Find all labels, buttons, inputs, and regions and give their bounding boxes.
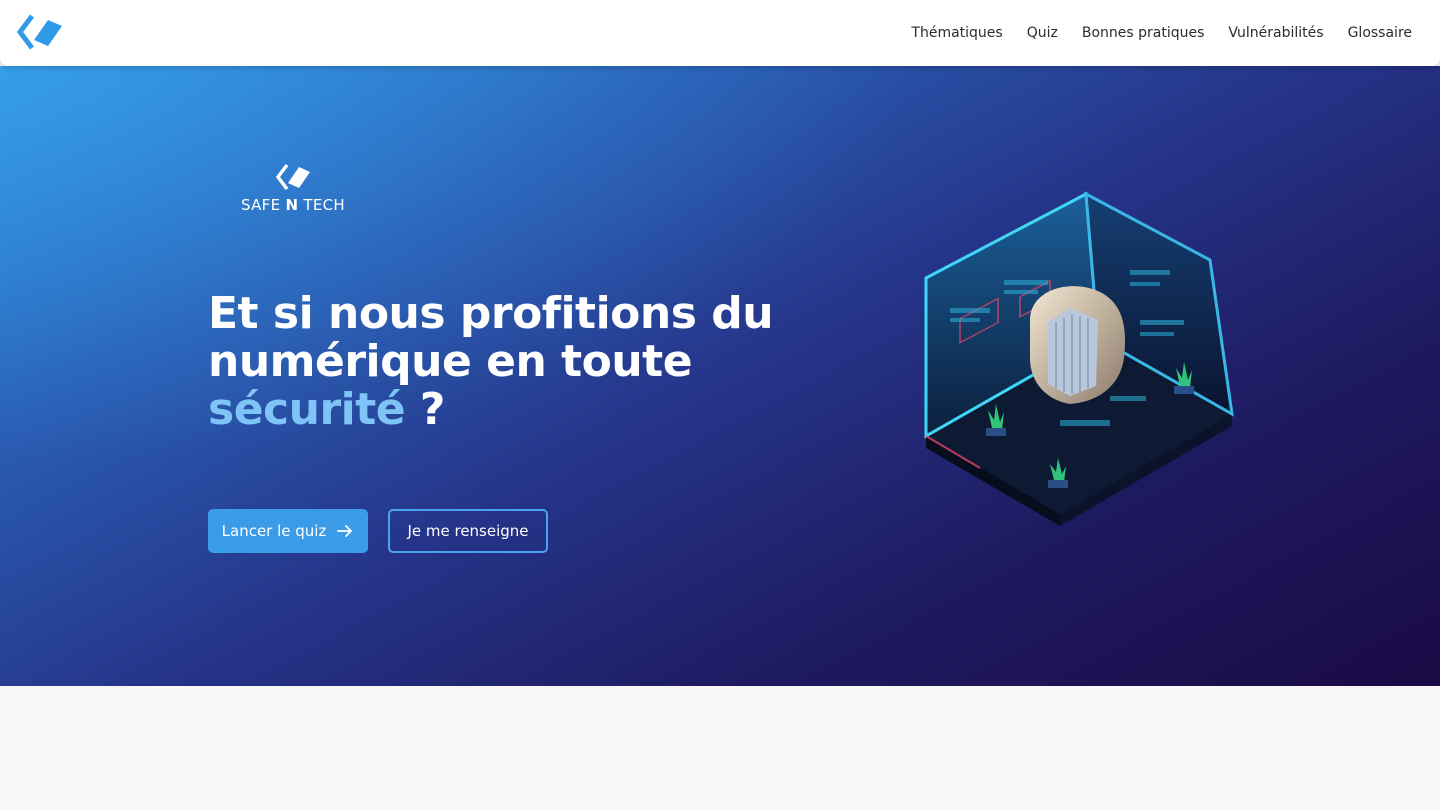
headline-line-2: numérique en toute	[208, 336, 693, 387]
brand-name: SAFE N TECH	[241, 196, 345, 214]
launch-quiz-button[interactable]: Lancer le quiz	[208, 509, 368, 553]
brand-logo-icon	[275, 163, 310, 191]
headline-line-1: Et si nous profitions du	[208, 288, 774, 339]
top-navbar: Thématiques Quiz Bonnes pratiques Vulnér…	[0, 0, 1440, 66]
brand-logo: SAFE N TECH	[240, 162, 346, 218]
nav-link-vulnerabilites[interactable]: Vulnérabilités	[1228, 25, 1323, 41]
nav-link-quiz[interactable]: Quiz	[1027, 25, 1058, 41]
hero-section: SAFE N TECH Et si nous profitions du num…	[0, 66, 1440, 686]
safe-n-tech-logo-icon[interactable]	[14, 12, 66, 52]
isometric-security-illustration	[924, 191, 1234, 526]
nav-link-thematiques[interactable]: Thématiques	[911, 25, 1002, 41]
headline-end: ?	[405, 384, 446, 435]
headline-accent: sécurité	[208, 384, 406, 435]
learn-more-label: Je me renseigne	[407, 522, 529, 540]
arrow-right-icon	[337, 525, 353, 537]
learn-more-button[interactable]: Je me renseigne	[388, 509, 548, 553]
launch-quiz-label: Lancer le quiz	[221, 522, 327, 540]
nav-link-bonnes-pratiques[interactable]: Bonnes pratiques	[1082, 25, 1205, 41]
main-menu: Thématiques Quiz Bonnes pratiques Vulnér…	[911, 0, 1412, 66]
hero-headline: Et si nous profitions du numérique en to…	[208, 290, 808, 434]
nav-link-glossaire[interactable]: Glossaire	[1348, 25, 1412, 41]
